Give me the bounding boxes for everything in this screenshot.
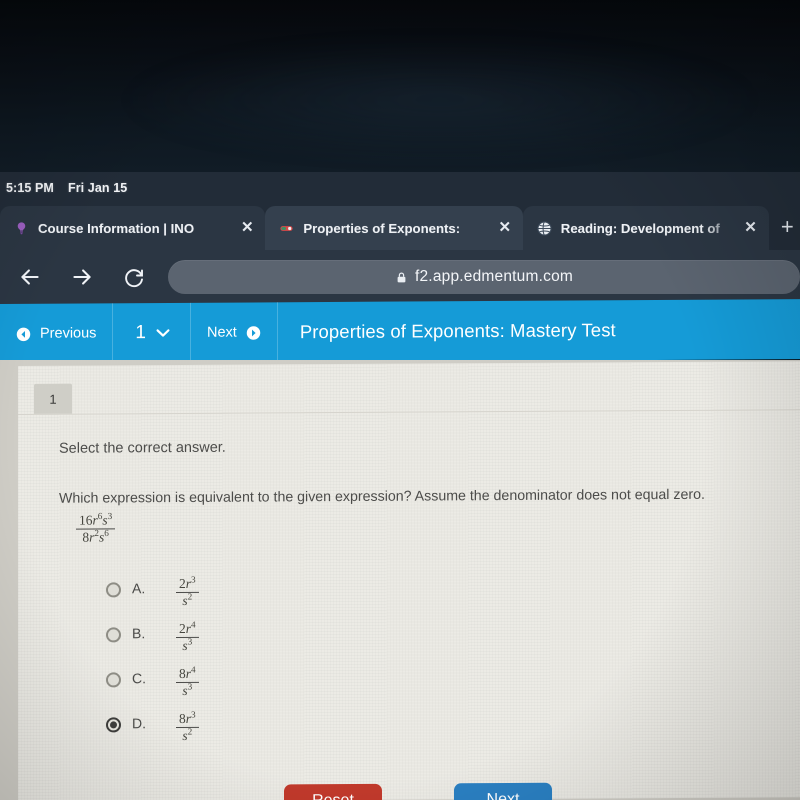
device-bezel: [0, 0, 800, 172]
tab-title: Reading: Development of: [560, 220, 720, 236]
next-label: Next: [207, 324, 237, 341]
question-instruction: Select the correct answer.: [59, 439, 226, 457]
close-icon[interactable]: ✕: [497, 220, 513, 236]
exponents-icon: [280, 225, 293, 231]
url-text: f2.app.edmentum.com: [414, 268, 574, 285]
action-buttons: Reset Next: [18, 781, 800, 800]
assessment-toolbar: Previous 1 Next Properties of Exponents:…: [0, 299, 800, 364]
option-expression: 2r3 s2: [176, 574, 199, 608]
globe-icon: [537, 220, 552, 236]
os-status-bar: 5:15 PM Fri Jan 15: [0, 172, 800, 204]
back-button[interactable]: [8, 255, 52, 299]
option-expression: 2r4 s3: [176, 619, 199, 653]
lock-icon: [397, 272, 406, 282]
radio-button[interactable]: [106, 582, 121, 598]
forward-button[interactable]: [60, 255, 104, 299]
radio-button[interactable]: [106, 717, 121, 733]
reload-icon: [125, 269, 143, 288]
close-icon[interactable]: ✕: [239, 220, 255, 236]
status-date: Fri Jan 15: [67, 181, 128, 195]
question-prompt: Which expression is equivalent to the gi…: [59, 486, 705, 507]
page-selector[interactable]: 1: [113, 302, 191, 364]
close-icon[interactable]: ✕: [743, 220, 759, 236]
option-expression: 8r4 s3: [176, 664, 199, 698]
option-letter: C.: [132, 670, 146, 687]
question-number-tab[interactable]: 1: [34, 383, 72, 414]
chevron-down-icon: [156, 329, 170, 337]
given-fraction: 16r6s3 8r2s6: [76, 511, 116, 545]
previous-label: Previous: [40, 325, 97, 342]
page-title: Properties of Exponents: Mastery Test: [299, 319, 616, 343]
arrow-left-icon: [21, 269, 39, 285]
question-expression: 16r6s3 8r2s6: [76, 511, 116, 545]
arrow-right-icon: [73, 269, 91, 285]
question-sheet: 1 Select the correct answer. Which expre…: [18, 361, 800, 800]
screen-photo: 5:15 PM Fri Jan 15 Course Information | …: [0, 0, 800, 800]
radio-button[interactable]: [106, 672, 121, 688]
browser-tab-strip: Course Information | INO ✕ Properties of…: [0, 204, 800, 250]
radio-button[interactable]: [106, 627, 121, 643]
lightbulb-icon: [17, 221, 26, 234]
next-question-button[interactable]: Next: [191, 302, 278, 363]
browser-tab-course-information[interactable]: Course Information | INO ✕: [0, 206, 266, 250]
previous-button[interactable]: Previous: [0, 303, 114, 364]
browser-tab-reading-development[interactable]: Reading: Development of ✕: [522, 206, 769, 250]
option-b[interactable]: B. 2r4 s3: [106, 619, 199, 668]
fraction-denominator: 8r2s6: [82, 528, 109, 545]
option-letter: A.: [132, 580, 146, 597]
status-clock: 5:15 PM: [6, 181, 54, 195]
screen-glare: [120, 40, 760, 160]
option-letter: B.: [132, 625, 146, 642]
reset-button[interactable]: Reset: [284, 783, 382, 800]
browser-toolbar: f2.app.edmentum.com: [0, 250, 800, 304]
option-c[interactable]: C. 8r4 s3: [106, 664, 199, 713]
tab-title: Course Information | INO: [38, 220, 195, 236]
new-tab-button[interactable]: +: [775, 215, 800, 241]
option-a[interactable]: A. 2r3 s2: [106, 574, 199, 623]
page-number: 1: [135, 322, 146, 344]
arrow-circle-left-icon: [16, 327, 31, 341]
option-d[interactable]: D. 8r3 s2: [106, 709, 199, 758]
content-area: 1 Select the correct answer. Which expre…: [0, 360, 800, 800]
answer-options: A. 2r3 s2 B. 2r4 s3 C. 8r4 s3 D. 8r3 s2: [106, 574, 199, 758]
next-button[interactable]: Next: [454, 782, 552, 800]
option-letter: D.: [132, 715, 146, 732]
address-bar[interactable]: f2.app.edmentum.com: [168, 260, 800, 294]
reload-button[interactable]: [112, 255, 156, 299]
option-expression: 8r3 s2: [176, 709, 199, 743]
arrow-circle-right-icon: [246, 325, 261, 340]
tab-title: Properties of Exponents:: [303, 220, 461, 236]
divider: [18, 409, 800, 415]
browser-tab-properties-of-exponents[interactable]: Properties of Exponents: ✕: [265, 206, 523, 250]
